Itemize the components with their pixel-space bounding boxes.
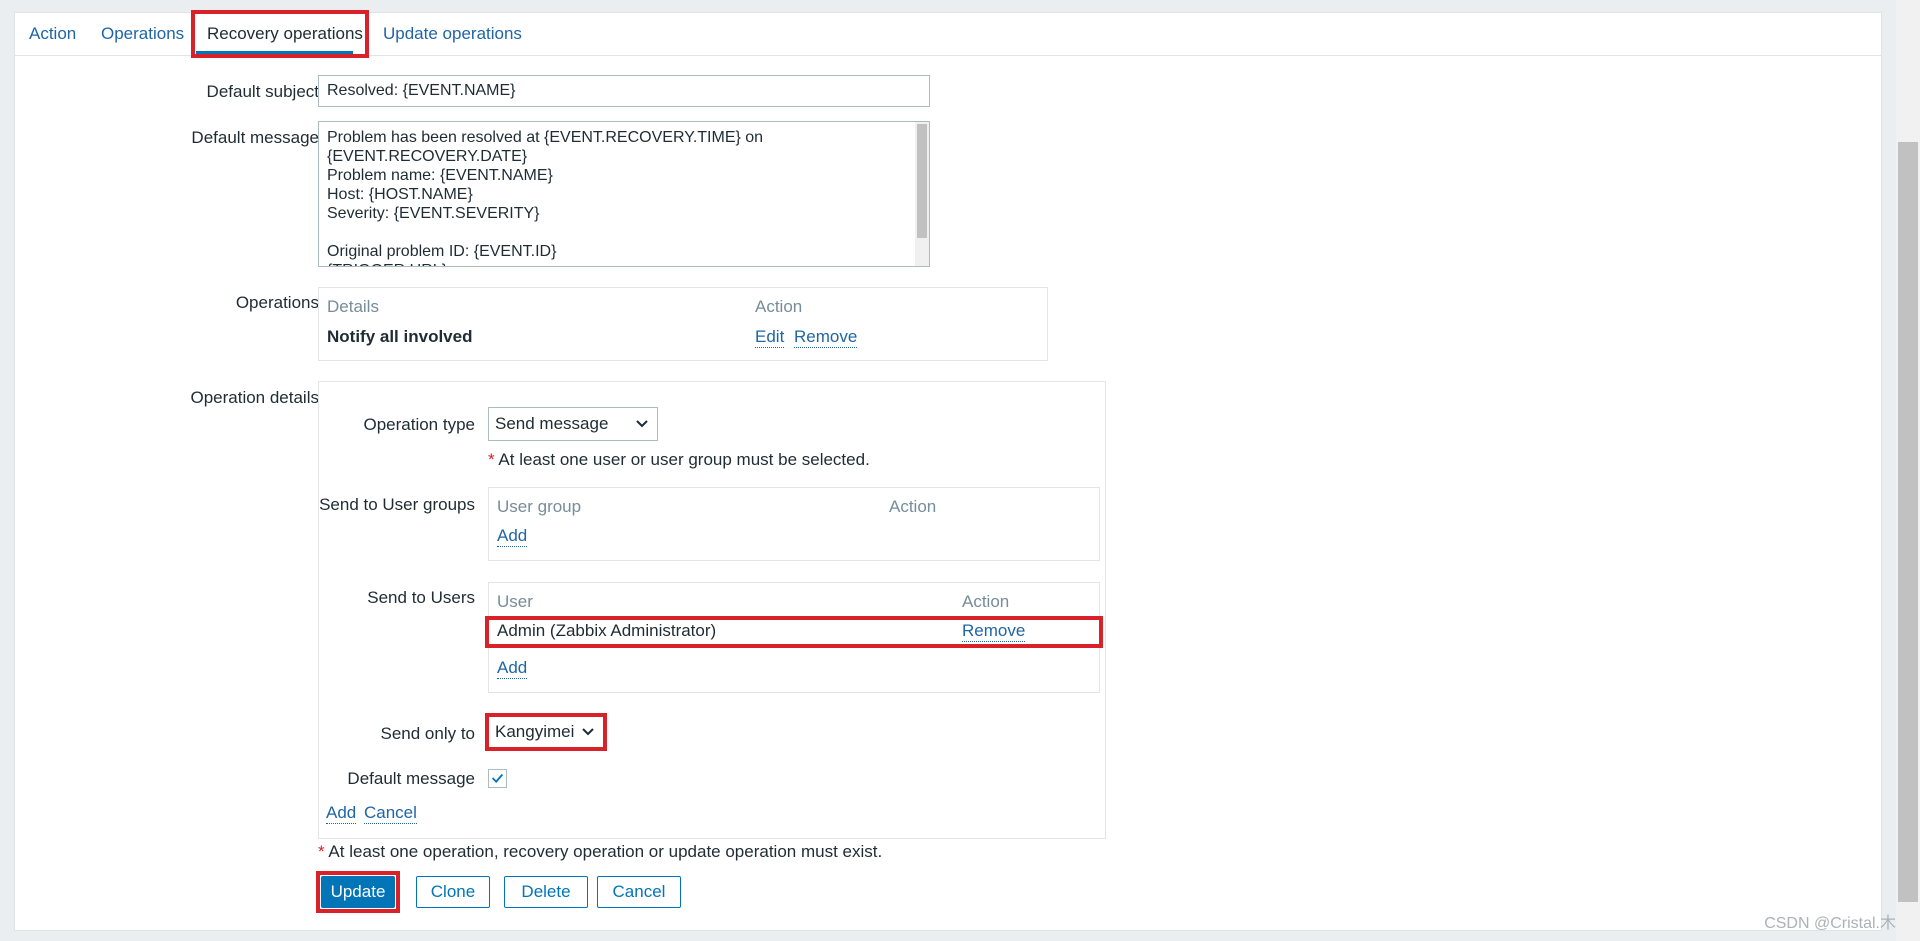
operation-type-value: Send message (495, 414, 609, 433)
required-users-note: * At least one user or user group must b… (488, 450, 870, 470)
required-asterisk: * (318, 842, 325, 861)
operations-table: Details Action Notify all involved Edit … (318, 287, 1048, 361)
send-only-to-select[interactable]: Kangyimei (488, 716, 604, 748)
operation-type-select[interactable]: Send message (488, 407, 658, 441)
checkmark-icon (491, 773, 504, 783)
users-col-action: Action (962, 592, 1010, 611)
user-groups-add-link[interactable]: Add (497, 526, 528, 547)
send-to-users-label: Send to Users (367, 588, 475, 607)
default-message-checkbox-label: Default message (347, 769, 475, 788)
default-subject-label: Default subject (206, 82, 319, 101)
page-scroll-thumb[interactable] (1898, 142, 1918, 902)
operation-required-note-text: At least one operation, recovery operati… (328, 842, 883, 861)
operation-add-link[interactable]: Add (326, 803, 357, 824)
users-add-link[interactable]: Add (497, 658, 528, 679)
operation-cancel-link[interactable]: Cancel (364, 803, 417, 824)
send-only-to-value: Kangyimei (495, 722, 575, 741)
action-form-panel: Action Operations Recovery operations Up… (14, 10, 1882, 931)
operation-details-panel: Operation type Send message * At least o… (318, 381, 1106, 839)
send-to-user-groups-label: Send to User groups (319, 495, 475, 514)
operation-edit-link[interactable]: Edit (755, 327, 785, 348)
default-subject-input[interactable] (318, 75, 930, 107)
user-row-name: Admin (Zabbix Administrator) (497, 621, 717, 640)
tab-action[interactable]: Action (29, 24, 76, 44)
default-message-textarea[interactable] (318, 121, 930, 267)
operation-type-label: Operation type (363, 415, 475, 434)
cancel-button[interactable]: Cancel (597, 876, 681, 908)
operation-details-label: Operation details (190, 388, 319, 407)
required-asterisk: * (488, 450, 495, 469)
user-row-remove-link[interactable]: Remove (962, 621, 1026, 642)
users-col-user: User (497, 592, 533, 611)
tab-update-operations[interactable]: Update operations (383, 24, 522, 44)
tab-recovery-operations[interactable]: Recovery operations (207, 24, 363, 44)
operations-col-details: Details (327, 297, 379, 316)
chevron-down-icon (636, 420, 648, 428)
operations-label: Operations (235, 293, 319, 312)
operation-details-cell: Notify all involved (327, 327, 473, 346)
user-groups-col-group: User group (497, 497, 582, 516)
update-button[interactable]: Update (321, 876, 395, 908)
default-message-label: Default message (191, 128, 319, 147)
operations-col-action: Action (755, 297, 803, 316)
clone-button[interactable]: Clone (416, 876, 490, 908)
default-message-checkbox[interactable] (488, 769, 507, 788)
send-only-to-label: Send only to (380, 724, 475, 743)
tab-bar: Action Operations Recovery operations Up… (15, 13, 1881, 56)
operation-required-note: * At least one operation, recovery opera… (318, 842, 882, 862)
operation-remove-link[interactable]: Remove (794, 327, 858, 348)
delete-button[interactable]: Delete (504, 876, 588, 908)
active-tab-indicator (196, 51, 353, 55)
users-table: User Action Admin (Zabbix Administrator)… (488, 582, 1100, 693)
watermark-text: CSDN @Cristal.木 (1764, 915, 1896, 932)
user-groups-col-action: Action (889, 497, 937, 516)
tab-operations[interactable]: Operations (101, 24, 184, 44)
required-users-note-text: At least one user or user group must be … (498, 450, 870, 469)
chevron-down-icon (582, 728, 594, 736)
user-groups-table: User group Action Add (488, 487, 1100, 561)
textarea-scroll-thumb[interactable] (917, 124, 927, 238)
